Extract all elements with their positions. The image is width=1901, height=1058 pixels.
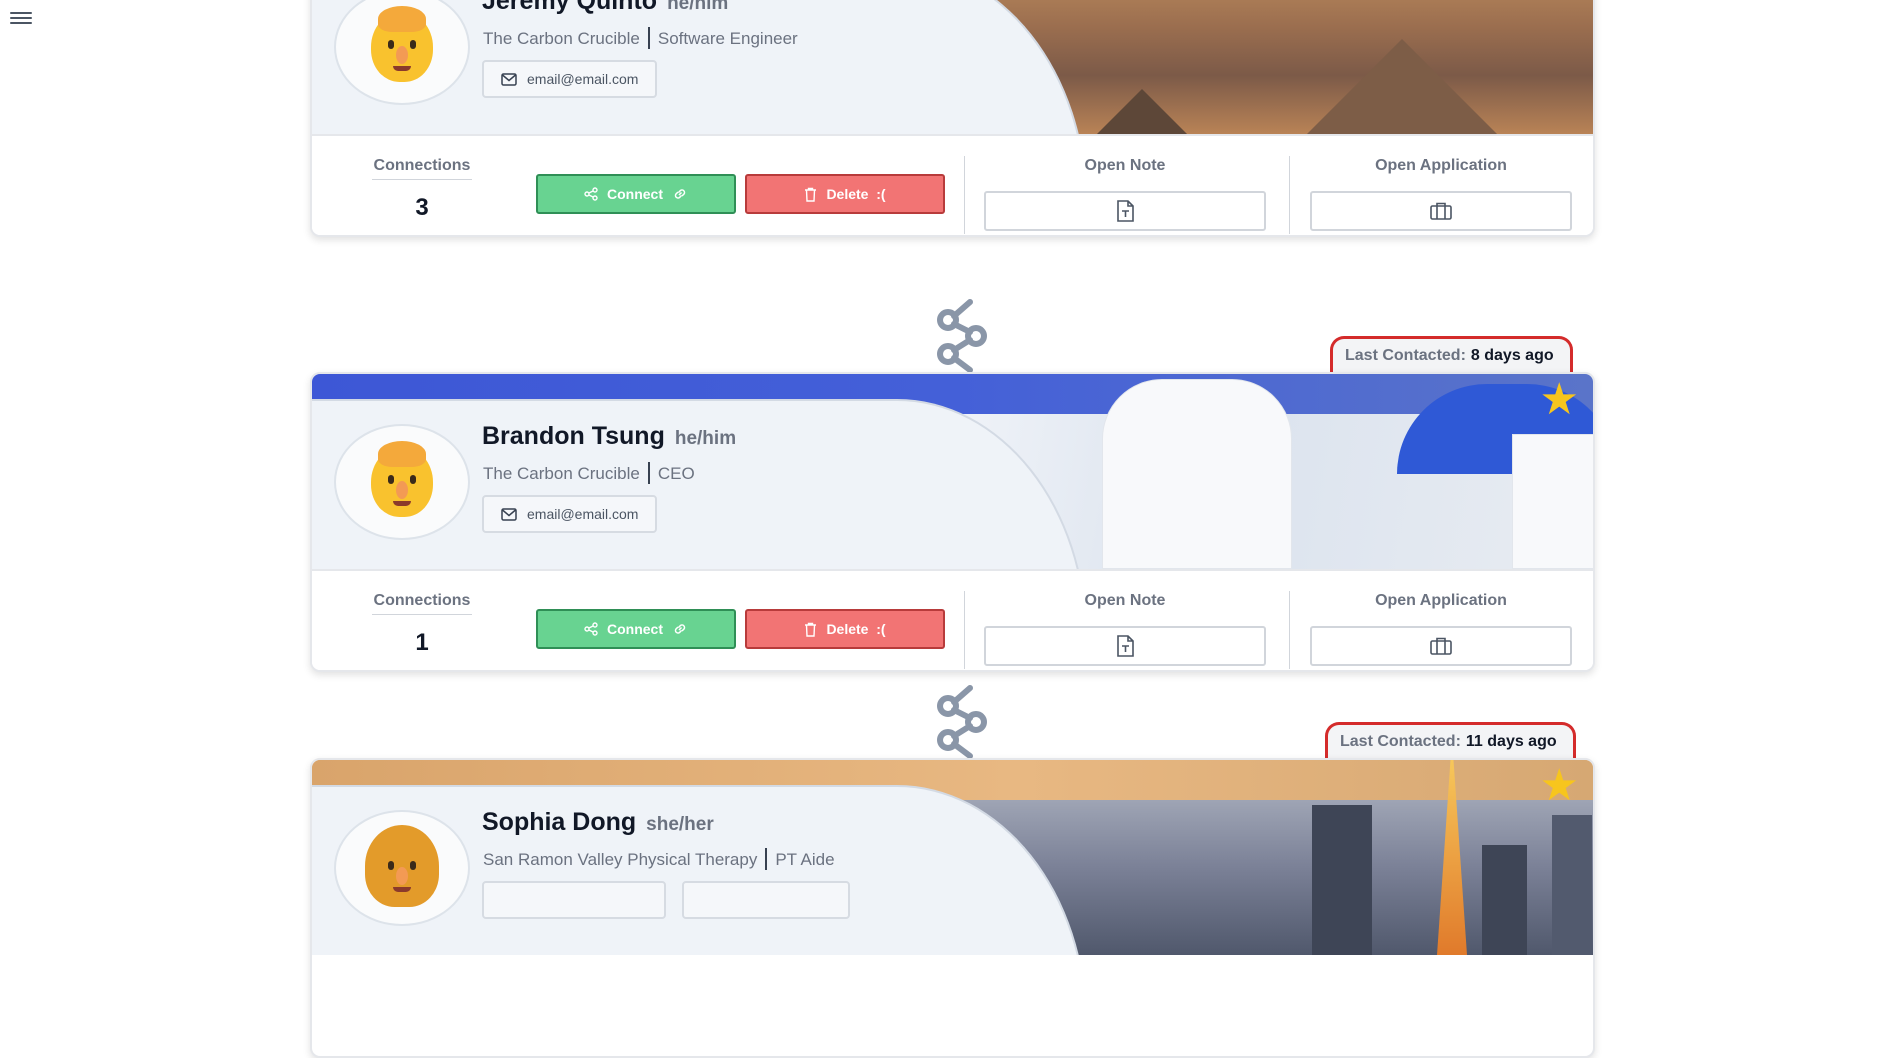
open-note-button[interactable]: [984, 626, 1266, 666]
contact-name: Jeremy Quinto he/him: [482, 0, 728, 16]
email-button[interactable]: email@email.com: [482, 60, 658, 98]
briefcase-icon: [1430, 202, 1452, 220]
divider: [1289, 156, 1290, 234]
pronouns: she/her: [646, 814, 714, 835]
email-button[interactable]: email@email.com: [482, 495, 658, 533]
favorite-star-icon[interactable]: ★: [1540, 378, 1579, 422]
email-button[interactable]: [482, 881, 666, 919]
avatar: [334, 810, 470, 926]
contact-card: ★ Brandon Tsung he/him The Carbon Crucibl…: [310, 372, 1595, 672]
link-icon: [674, 624, 686, 634]
person-emoji-icon: [365, 825, 439, 907]
delete-button[interactable]: Delete :(: [745, 609, 945, 649]
pronouns: he/him: [674, 428, 737, 449]
delete-button[interactable]: Delete :(: [745, 174, 945, 214]
share-icon: [584, 622, 598, 636]
open-note-button[interactable]: [984, 191, 1266, 231]
card-actions: Connections 1 Connect Delete :( Open Not…: [312, 569, 1593, 670]
connection-link-icon: [937, 299, 987, 373]
share-icon: [584, 187, 598, 201]
contact-org: The Carbon Crucible CEO: [483, 462, 695, 484]
contact-card: ★ Sophia Dong she/her San Ramon Valley Ph…: [310, 758, 1595, 1058]
divider: [1289, 591, 1290, 669]
open-note-label: Open Note: [1084, 157, 1166, 174]
company-name: The Carbon Crucible: [483, 29, 640, 48]
contact-org: San Ramon Valley Physical Therapy PT Aide: [483, 848, 835, 870]
job-title: Software Engineer: [657, 29, 798, 48]
connect-button[interactable]: Connect: [536, 174, 736, 214]
open-application-label: Open Application: [1375, 157, 1507, 174]
contact-name: Brandon Tsung he/him: [482, 422, 737, 450]
briefcase-icon: [1430, 637, 1452, 655]
connections-count: 3: [415, 194, 429, 221]
job-title: CEO: [657, 464, 695, 483]
company-name: The Carbon Crucible: [483, 464, 640, 483]
pyramid-shape: [1292, 39, 1512, 134]
open-application-label: Open Application: [1375, 592, 1507, 609]
open-application-button[interactable]: [1310, 626, 1572, 666]
divider: [964, 591, 965, 669]
connect-button[interactable]: Connect: [536, 609, 736, 649]
contact-name: Sophia Dong she/her: [482, 808, 714, 836]
contact-org: The Carbon Crucible Software Engineer: [483, 27, 798, 49]
open-application-button[interactable]: [1310, 191, 1572, 231]
connections-label: Connections: [372, 157, 472, 180]
last-contacted-badge: Last Contacted: 8 days ago: [1330, 336, 1573, 372]
person-emoji-icon: [371, 441, 433, 517]
hamburger-menu-icon[interactable]: [10, 9, 32, 27]
job-title: PT Aide: [775, 850, 835, 869]
favorite-star-icon[interactable]: ★: [1540, 764, 1579, 808]
last-contacted-badge: Last Contacted: 11 days ago: [1325, 722, 1576, 758]
contact-button[interactable]: [682, 881, 850, 919]
contact-card: ★ Jeremy Quintohe/him The Carbon Crucibl…: [310, 0, 1595, 237]
connections-label: Connections: [372, 592, 472, 615]
note-file-icon: [1117, 635, 1134, 657]
trash-icon: [805, 622, 817, 637]
connection-link-icon: [937, 685, 987, 759]
mail-icon: [501, 507, 517, 521]
open-note-label: Open Note: [1084, 592, 1166, 609]
mail-icon: [501, 72, 517, 86]
avatar: [334, 424, 470, 540]
note-file-icon: [1117, 200, 1134, 222]
link-icon: [674, 189, 686, 199]
pronouns: he/him: [667, 0, 729, 14]
company-name: San Ramon Valley Physical Therapy: [483, 850, 758, 869]
divider: [964, 156, 965, 234]
connections-count: 1: [415, 629, 429, 656]
card-actions: Connections 3 Connect Delete :( Open Not…: [312, 134, 1593, 235]
trash-icon: [805, 187, 817, 202]
person-emoji-icon: [371, 6, 433, 82]
